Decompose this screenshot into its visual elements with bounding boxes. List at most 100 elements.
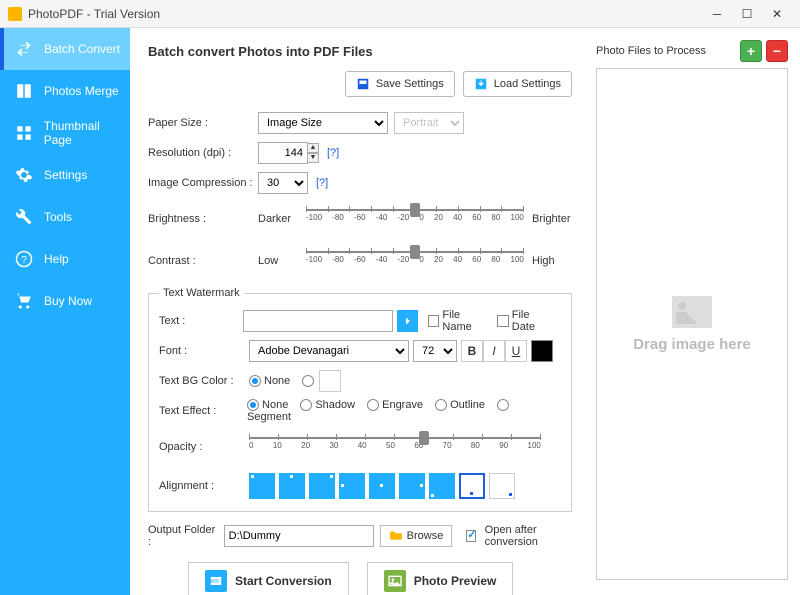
sidebar-item-thumbnail-page[interactable]: Thumbnail Page: [0, 112, 130, 154]
align-middle-left[interactable]: [339, 473, 365, 499]
remove-file-button[interactable]: −: [766, 40, 788, 62]
files-to-process-title: Photo Files to Process: [596, 45, 736, 57]
swap-icon: [14, 39, 34, 59]
sidebar-item-label: Buy Now: [44, 294, 92, 308]
alignment-row: [249, 473, 515, 499]
bg-color-swatch[interactable]: [319, 370, 341, 392]
effect-label-engrave: Engrave: [382, 399, 423, 411]
filename-checkbox[interactable]: [428, 315, 439, 327]
brightness-right-label: Brighter: [532, 213, 572, 225]
bg-none-label: None: [264, 375, 290, 387]
preview-icon: [384, 570, 406, 592]
grid-icon: [14, 123, 34, 143]
bg-color-label: Text BG Color :: [159, 375, 249, 387]
save-icon: [356, 77, 370, 91]
align-top-left[interactable]: [249, 473, 275, 499]
window-title: PhotoPDF - Trial Version: [28, 7, 702, 21]
sidebar-item-batch-convert[interactable]: Batch Convert: [0, 28, 130, 70]
effect-label-shadow: Shadow: [315, 399, 355, 411]
filedate-checkbox[interactable]: [497, 315, 508, 327]
bg-color-radio[interactable]: [302, 375, 314, 387]
sidebar: Batch Convert Photos Merge Thumbnail Pag…: [0, 28, 130, 595]
italic-button[interactable]: I: [483, 340, 505, 362]
resolution-label: Resolution (dpi) :: [148, 147, 258, 159]
svg-text:?: ?: [21, 254, 27, 266]
start-conversion-button[interactable]: Start Conversion: [188, 562, 349, 595]
sidebar-item-label: Tools: [44, 210, 72, 224]
close-button[interactable]: [762, 0, 792, 28]
align-bottom-right[interactable]: [489, 473, 515, 499]
open-after-checkbox[interactable]: [466, 530, 475, 542]
align-top-right[interactable]: [309, 473, 335, 499]
contrast-slider[interactable]: -100-80-60-40-20020406080100: [306, 245, 524, 277]
bold-button[interactable]: B: [461, 340, 483, 362]
folder-icon: [389, 529, 403, 544]
opacity-slider[interactable]: 0102030405060708090100: [249, 431, 541, 463]
effect-radio-outline[interactable]: [435, 399, 447, 411]
compression-label: Image Compression :: [148, 177, 258, 189]
maximize-button[interactable]: [732, 0, 762, 28]
effect-radio-segment[interactable]: [497, 399, 509, 411]
contrast-label: Contrast :: [148, 255, 258, 267]
content-panel: Batch convert Photos into PDF Files Save…: [130, 28, 590, 595]
effect-radio-engrave[interactable]: [367, 399, 379, 411]
sidebar-item-help[interactable]: ? Help: [0, 238, 130, 280]
font-size-select[interactable]: 72: [413, 340, 457, 362]
photo-preview-button[interactable]: Photo Preview: [367, 562, 514, 595]
paper-size-select[interactable]: Image Size: [258, 112, 388, 134]
sidebar-item-buy-now[interactable]: Buy Now: [0, 280, 130, 322]
align-middle-right[interactable]: [399, 473, 425, 499]
effect-label-segment: Segment: [247, 411, 291, 423]
wrench-icon: [14, 207, 34, 227]
effect-label-outline: Outline: [450, 399, 485, 411]
help-icon: ?: [14, 249, 34, 269]
underline-button[interactable]: U: [505, 340, 527, 362]
minimize-button[interactable]: [702, 0, 732, 28]
effect-label: Text Effect :: [159, 405, 247, 417]
align-bottom-center[interactable]: [459, 473, 485, 499]
orientation-select: Portrait: [394, 112, 464, 134]
open-after-label: Open after conversion: [485, 524, 564, 548]
sidebar-item-tools[interactable]: Tools: [0, 196, 130, 238]
output-folder-input[interactable]: [224, 525, 374, 547]
compression-select[interactable]: 30: [258, 172, 308, 194]
sidebar-active-indicator: [0, 28, 4, 70]
file-drop-zone[interactable]: Drag image here: [596, 68, 788, 580]
resolution-help-link[interactable]: [?]: [327, 147, 339, 159]
contrast-right-label: High: [532, 255, 572, 267]
compression-help-link[interactable]: [?]: [316, 177, 328, 189]
load-settings-button[interactable]: Load Settings: [463, 71, 572, 97]
bg-none-radio[interactable]: [249, 375, 261, 387]
cart-icon: [14, 291, 34, 311]
font-select[interactable]: Adobe Devanagari: [249, 340, 409, 362]
resolution-spinner[interactable]: ▲▼: [307, 143, 319, 163]
load-icon: [474, 77, 488, 91]
align-bottom-left[interactable]: [429, 473, 455, 499]
paper-size-label: Paper Size :: [148, 117, 258, 129]
sidebar-item-settings[interactable]: Settings: [0, 154, 130, 196]
brightness-left-label: Darker: [258, 213, 298, 225]
filename-label: File Name: [442, 309, 489, 333]
font-color-swatch[interactable]: [531, 340, 553, 362]
titlebar: PhotoPDF - Trial Version: [0, 0, 800, 28]
text-options-button[interactable]: [397, 310, 418, 332]
save-settings-button[interactable]: Save Settings: [345, 71, 455, 97]
app-logo-icon: [8, 7, 22, 21]
effect-label-none: None: [262, 399, 288, 411]
resolution-input[interactable]: [258, 142, 308, 164]
sidebar-item-label: Help: [44, 252, 69, 266]
sidebar-item-label: Settings: [44, 168, 87, 182]
add-file-button[interactable]: +: [740, 40, 762, 62]
filedate-label: File Date: [512, 309, 553, 333]
brightness-slider[interactable]: -100-80-60-40-20020406080100: [306, 203, 524, 235]
effect-radio-none[interactable]: [247, 399, 259, 411]
contrast-left-label: Low: [258, 255, 298, 267]
sidebar-item-photos-merge[interactable]: Photos Merge: [0, 70, 130, 112]
align-top-center[interactable]: [279, 473, 305, 499]
browse-button[interactable]: Browse: [380, 525, 453, 547]
sidebar-item-label: Photos Merge: [44, 84, 119, 98]
effect-radio-shadow[interactable]: [300, 399, 312, 411]
watermark-text-input[interactable]: [243, 310, 393, 332]
sidebar-item-label: Thumbnail Page: [44, 119, 130, 147]
align-center[interactable]: [369, 473, 395, 499]
